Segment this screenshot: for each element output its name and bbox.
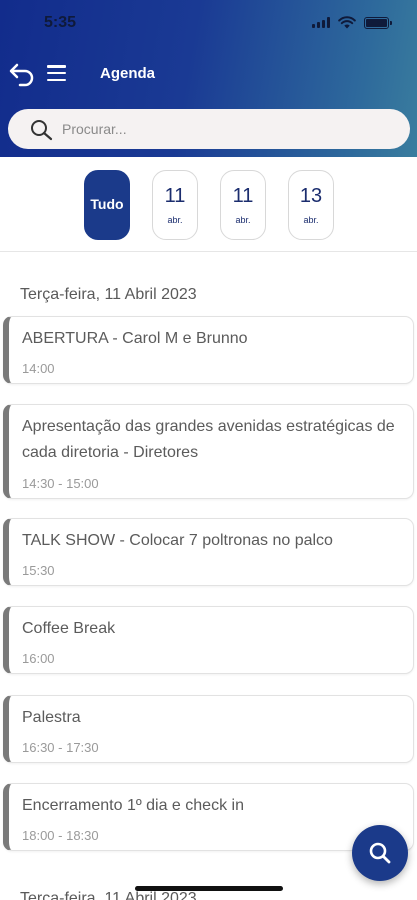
event-title: Coffee Break [22,620,116,637]
day-section-heading: Terça-feira, 11 Abril 2023 [20,286,197,303]
event-card[interactable]: Palestra 16:30 - 17:30 [3,695,414,763]
status-bar: 5:35 [0,0,417,46]
date-filter-all-label: Tudo [90,196,124,212]
event-title: Encerramento 1º dia e check in [22,797,244,814]
event-title: TALK SHOW - Colocar 7 poltronas no palco [22,532,333,549]
event-time: 15:30 [22,563,55,578]
event-card[interactable]: Apresentação das grandes avenidas estrat… [3,404,414,499]
app-header: 5:35 Agenda [0,0,417,157]
date-filter-day: 11 [164,185,186,207]
date-filter-chip[interactable]: 13 abr. [288,170,334,240]
event-title: Palestra [22,709,81,726]
next-day-section-heading: Terça-feira, 11 Abril 2023 [20,890,197,900]
event-time: 14:30 - 15:00 [22,476,99,491]
status-time: 5:35 [44,14,77,31]
back-arrow-icon[interactable] [8,60,36,88]
event-card[interactable]: Coffee Break 16:00 [3,606,414,674]
event-card[interactable]: Encerramento 1º dia e check in 18:00 - 1… [3,783,414,851]
battery-icon [364,16,392,29]
event-time: 16:30 - 17:30 [22,740,99,755]
search-icon [31,120,53,141]
status-icons [312,16,392,29]
date-filter-day: 11 [232,185,254,207]
event-time: 16:00 [22,651,55,666]
page-title: Agenda [100,65,156,82]
search-bar[interactable] [8,109,410,149]
date-filter-chip[interactable]: 11 abr. [152,170,198,240]
nav-bar: Agenda [0,56,417,92]
date-filter-chip[interactable]: 11 abr. [220,170,266,240]
date-filter-month: abr. [303,215,319,225]
event-time: 14:00 [22,361,55,376]
search-fab-button[interactable] [352,825,408,881]
event-title: Apresentação das grandes avenidas estrat… [22,418,395,461]
date-filter-day: 13 [299,185,323,207]
wifi-icon [338,16,356,29]
event-card[interactable]: TALK SHOW - Colocar 7 poltronas no palco… [3,518,414,586]
date-filter-month: abr. [167,215,183,225]
hamburger-menu-icon[interactable] [47,65,66,81]
event-card[interactable]: ABERTURA - Carol M e Brunno 14:00 [3,316,414,384]
home-indicator [135,886,283,891]
date-filter-month: abr. [235,215,251,225]
cellular-signal-icon [312,17,330,28]
date-filter-strip: Tudo 11 abr. 11 abr. 13 abr. [0,157,417,252]
search-input[interactable] [62,109,392,149]
event-title: ABERTURA - Carol M e Brunno [22,330,248,347]
search-icon [369,842,391,864]
date-filter-all[interactable]: Tudo [84,170,130,240]
event-time: 18:00 - 18:30 [22,828,99,843]
